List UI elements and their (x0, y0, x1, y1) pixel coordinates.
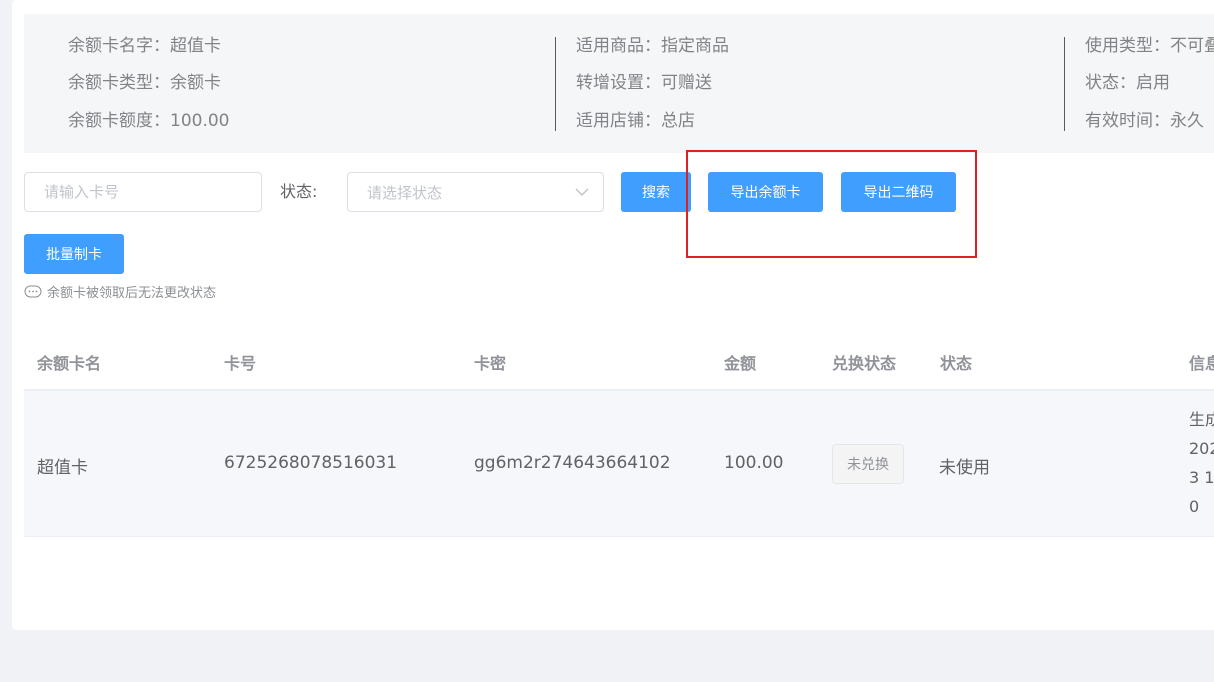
cell-card-name: 超值卡 (37, 458, 88, 478)
tip-text: 余额卡被领取后无法更改状态 (47, 286, 217, 301)
info-valid-time: 有效时间：永久 (1085, 111, 1204, 131)
redeem-status-tag: 未兑换 (832, 444, 904, 484)
column-header-card-no: 卡号 (224, 354, 257, 373)
cell-info-line: 0 (1189, 497, 1200, 516)
info-card-name: 余额卡名字：超值卡 (68, 36, 221, 56)
column-header-secret: 卡密 (474, 354, 507, 373)
card-number-input[interactable] (24, 172, 262, 212)
cell-info-line: 生成 (1189, 410, 1214, 429)
info-status: 状态：启用 (1085, 73, 1170, 93)
info-divider (1064, 37, 1065, 131)
cell-amount: 100.00 (724, 453, 784, 473)
info-use-type: 使用类型：不可叠 (1085, 36, 1214, 56)
cell-status: 未使用 (939, 458, 990, 478)
info-card-amount: 余额卡额度：100.00 (68, 111, 230, 131)
message-icon (24, 285, 42, 297)
cell-card-secret: gg6m2r274643664102 (474, 453, 671, 473)
column-header-amount: 金额 (724, 354, 757, 373)
batch-make-cards-button[interactable]: 批量制卡 (24, 234, 124, 274)
status-label: 状态: (280, 182, 318, 201)
tip-message: 余额卡被领取后无法更改状态 (24, 282, 216, 301)
status-select[interactable]: 请选择状态 (347, 172, 604, 212)
highlight-annotation-box (686, 150, 977, 258)
info-applicable-store: 适用店铺：总店 (576, 111, 695, 131)
chevron-down-icon (575, 188, 589, 197)
cell-info-line: 202 (1189, 439, 1214, 458)
info-applicable-goods: 适用商品：指定商品 (576, 36, 729, 56)
column-header-status: 状态 (940, 354, 973, 373)
info-transfer-setting: 转增设置：可赠送 (576, 73, 712, 93)
cell-info-line: 3 1 (1189, 468, 1214, 487)
info-card-type: 余额卡类型：余额卡 (68, 73, 221, 93)
search-button[interactable]: 搜索 (621, 172, 691, 212)
cell-card-number: 6725268078516031 (224, 453, 398, 473)
column-header-info: 信息 (1189, 354, 1214, 373)
info-divider (555, 37, 556, 131)
column-header-name: 余额卡名 (37, 354, 102, 373)
status-select-placeholder: 请选择状态 (367, 183, 443, 202)
column-header-redeem-status: 兑换状态 (832, 354, 897, 373)
